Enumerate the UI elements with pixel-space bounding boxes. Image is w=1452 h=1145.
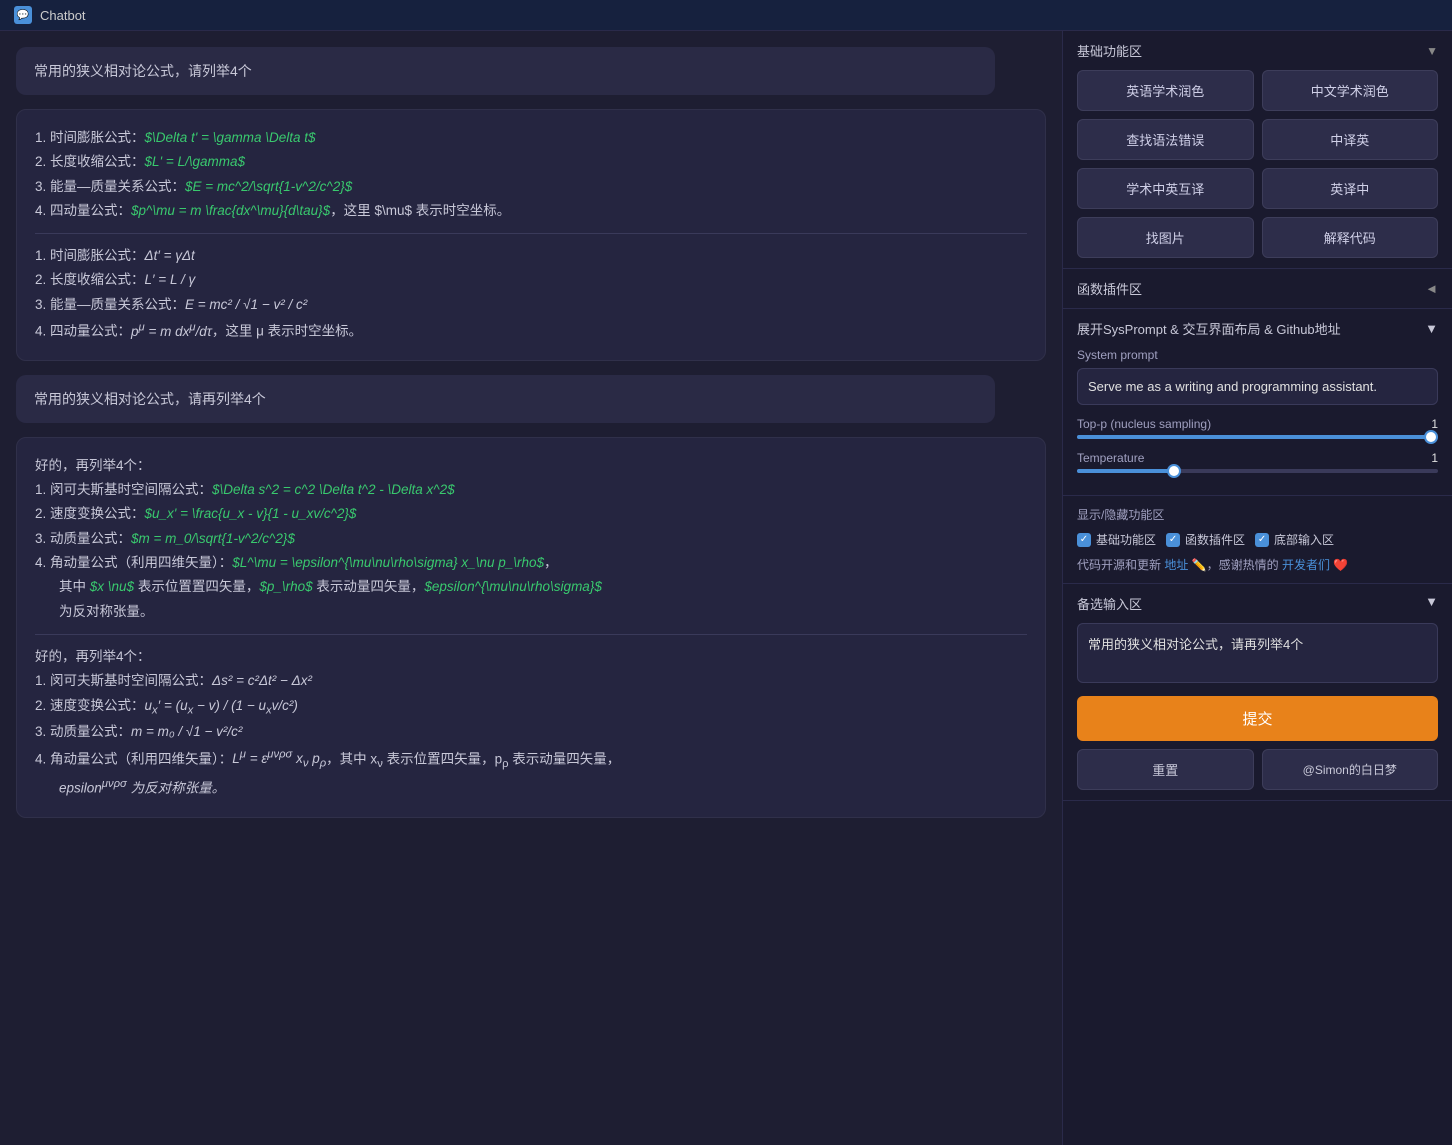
titlebar: 💬 Chatbot: [0, 0, 1452, 31]
reset-button[interactable]: 重置: [1077, 749, 1254, 790]
temperature-label: Temperature: [1077, 451, 1144, 465]
btn-find-image[interactable]: 找图片: [1077, 217, 1254, 258]
checkbox-plugin[interactable]: 函数插件区: [1166, 531, 1245, 548]
top-p-thumb: [1424, 430, 1438, 444]
formula-green-7: $m = m_0/\sqrt{1-v^2/c^2}$: [131, 531, 295, 546]
checkbox-bottom-label: 底部输入区: [1274, 531, 1334, 548]
top-p-value: 1: [1431, 417, 1438, 431]
sys-prompt-title: 展开SysPrompt & 交互界面布局 & Github地址: [1077, 319, 1341, 338]
btn-explain-code[interactable]: 解释代码: [1262, 217, 1439, 258]
alt-input-textarea[interactable]: 常用的狭义相对论公式，请再列举4个: [1077, 623, 1438, 683]
user-message-2: 常用的狭义相对论公式，请再列举4个: [16, 375, 995, 423]
basic-func-arrow: ▼: [1426, 44, 1438, 58]
temperature-row: Temperature 1: [1077, 451, 1438, 465]
basic-func-title: 基础功能区: [1077, 41, 1142, 60]
btn-academic-trans[interactable]: 学术中英互译: [1077, 168, 1254, 209]
contributors-link[interactable]: 开发者们: [1282, 558, 1330, 572]
sys-prompt-header: 展开SysPrompt & 交互界面布局 & Github地址 ▼: [1077, 319, 1438, 338]
heart-emoji: ❤️: [1333, 558, 1348, 572]
formula-green-2: $L' = L/\gamma$: [145, 154, 246, 169]
top-p-fill: [1077, 435, 1438, 439]
alt-input-title: 备选输入区: [1077, 594, 1142, 613]
temperature-thumb: [1167, 464, 1181, 478]
bot-msg1-raw-line4: 4. 四动量公式：$p^\mu = m \frac{dx^\mu}{d\tau}…: [35, 199, 1027, 223]
plugin-func-section: 函数插件区 ◄: [1063, 269, 1452, 309]
bot-msg1-raw-line2: 2. 长度收缩公式：$L' = L/\gamma$: [35, 150, 1027, 174]
temperature-slider[interactable]: [1077, 469, 1438, 473]
reset-row: 重置 @Simon的白日梦: [1077, 749, 1438, 790]
link-emoji: ✏️，感谢热情的: [1192, 558, 1279, 572]
sys-prompt-arrow: ▼: [1425, 321, 1438, 336]
user-message-2-text: 常用的狭义相对论公式，请再列举4个: [34, 391, 266, 407]
formula-green-6: $u_x' = \frac{u_x - v}{1 - u_xv/c^2}$: [145, 506, 357, 521]
alt-input-header: 备选输入区 ▼: [1077, 594, 1438, 613]
bot-msg1-raw: 1. 时间膨胀公式：$\Delta t' = \gamma \Delta t$ …: [35, 126, 1027, 223]
sys-prompt-section: 展开SysPrompt & 交互界面布局 & Github地址 ▼ System…: [1063, 309, 1452, 496]
btn-grammar-check[interactable]: 查找语法错误: [1077, 119, 1254, 160]
visibility-section: 显示/隐藏功能区 基础功能区 函数插件区 底部输入区 代码开源和更新 地址: [1063, 496, 1452, 584]
btn-chinese-polish[interactable]: 中文学术润色: [1262, 70, 1439, 111]
plugin-func-arrow: ◄: [1425, 281, 1438, 296]
basic-func-buttons: 英语学术润色 中文学术润色 查找语法错误 中译英 学术中英互译 英译中 找图片 …: [1077, 70, 1438, 258]
top-p-slider[interactable]: [1077, 435, 1438, 439]
checkbox-basic-func[interactable]: 基础功能区: [1077, 531, 1156, 548]
checkbox-bottom-input[interactable]: 底部输入区: [1255, 531, 1334, 548]
alt-input-section: 备选输入区 ▼ 常用的狭义相对论公式，请再列举4个 提交 重置 @Simon的白…: [1063, 584, 1452, 801]
plugin-func-header: 函数插件区 ◄: [1077, 279, 1438, 298]
submit-button[interactable]: 提交: [1077, 696, 1438, 741]
checkbox-bottom-icon: [1255, 533, 1269, 547]
basic-func-section: 基础功能区 ▼ 英语学术润色 中文学术润色 查找语法错误 中译英 学术中英互译 …: [1063, 31, 1452, 269]
github-link[interactable]: 地址: [1164, 558, 1188, 572]
checkbox-basic-label: 基础功能区: [1096, 531, 1156, 548]
link-prefix: 代码开源和更新: [1077, 558, 1161, 572]
temperature-value: 1: [1431, 451, 1438, 465]
user-message-1-text: 常用的狭义相对论公式，请列举4个: [34, 63, 252, 79]
app-title: Chatbot: [40, 8, 86, 23]
btn-en-to-zh[interactable]: 英译中: [1262, 168, 1439, 209]
bot-message-2: 好的，再列举4个： 1. 闵可夫斯基时空间隔公式：$\Delta s^2 = c…: [16, 437, 1046, 818]
top-p-row: Top-p (nucleus sampling) 1: [1077, 417, 1438, 431]
plugin-func-title: 函数插件区: [1077, 279, 1142, 298]
formula-green-5: $\Delta s^2 = c^2 \Delta t^2 - \Delta x^…: [212, 482, 455, 497]
link-row: 代码开源和更新 地址 ✏️，感谢热情的 开发者们 ❤️: [1077, 556, 1438, 573]
visibility-label: 显示/隐藏功能区: [1077, 506, 1438, 523]
formula-green-1: $\Delta t' = \gamma \Delta t$: [145, 130, 316, 145]
alt-input-arrow: ▼: [1425, 594, 1438, 613]
basic-func-header: 基础功能区 ▼: [1077, 41, 1438, 60]
bot-msg1-raw-line1: 1. 时间膨胀公式：$\Delta t' = \gamma \Delta t$: [35, 126, 1027, 150]
sys-prompt-label: System prompt: [1077, 348, 1438, 362]
watermark-button[interactable]: @Simon的白日梦: [1262, 749, 1439, 790]
formula-green-3: $E = mc^2/\sqrt{1-v^2/c^2}$: [185, 179, 352, 194]
bot-msg1-raw-line3: 3. 能量—质量关系公式：$E = mc^2/\sqrt{1-v^2/c^2}$: [35, 175, 1027, 199]
formula-green-8: $L^\mu = \epsilon^{\mu\nu\rho\sigma} x_\…: [232, 555, 544, 570]
app-icon: 💬: [14, 6, 32, 24]
btn-english-polish[interactable]: 英语学术润色: [1077, 70, 1254, 111]
sidebar: 基础功能区 ▼ 英语学术润色 中文学术润色 查找语法错误 中译英 学术中英互译 …: [1062, 31, 1452, 1145]
sys-prompt-input[interactable]: [1077, 368, 1438, 405]
user-message-1: 常用的狭义相对论公式，请列举4个: [16, 47, 995, 95]
checkbox-basic-icon: [1077, 533, 1091, 547]
bot-message-1: 1. 时间膨胀公式：$\Delta t' = \gamma \Delta t$ …: [16, 109, 1046, 361]
bot-msg1-rendered: 1. 时间膨胀公式：Δt′ = γΔt 2. 长度收缩公式：L′ = L / γ…: [35, 244, 1027, 344]
checkbox-plugin-icon: [1166, 533, 1180, 547]
temperature-fill: [1077, 469, 1174, 473]
checkbox-row: 基础功能区 函数插件区 底部输入区: [1077, 531, 1438, 548]
chat-panel[interactable]: 常用的狭义相对论公式，请列举4个 1. 时间膨胀公式：$\Delta t' = …: [0, 31, 1062, 1145]
bot-msg2-raw: 好的，再列举4个： 1. 闵可夫斯基时空间隔公式：$\Delta s^2 = c…: [35, 454, 1027, 624]
main-layout: 常用的狭义相对论公式，请列举4个 1. 时间膨胀公式：$\Delta t' = …: [0, 31, 1452, 1145]
checkbox-plugin-label: 函数插件区: [1185, 531, 1245, 548]
bot-msg2-rendered: 好的，再列举4个： 1. 闵可夫斯基时空间隔公式：Δs² = c²Δt² − Δ…: [35, 645, 1027, 801]
formula-green-4: $p^\mu = m \frac{dx^\mu}{d\tau}$: [131, 203, 330, 218]
btn-zh-to-en[interactable]: 中译英: [1262, 119, 1439, 160]
top-p-label: Top-p (nucleus sampling): [1077, 417, 1211, 431]
